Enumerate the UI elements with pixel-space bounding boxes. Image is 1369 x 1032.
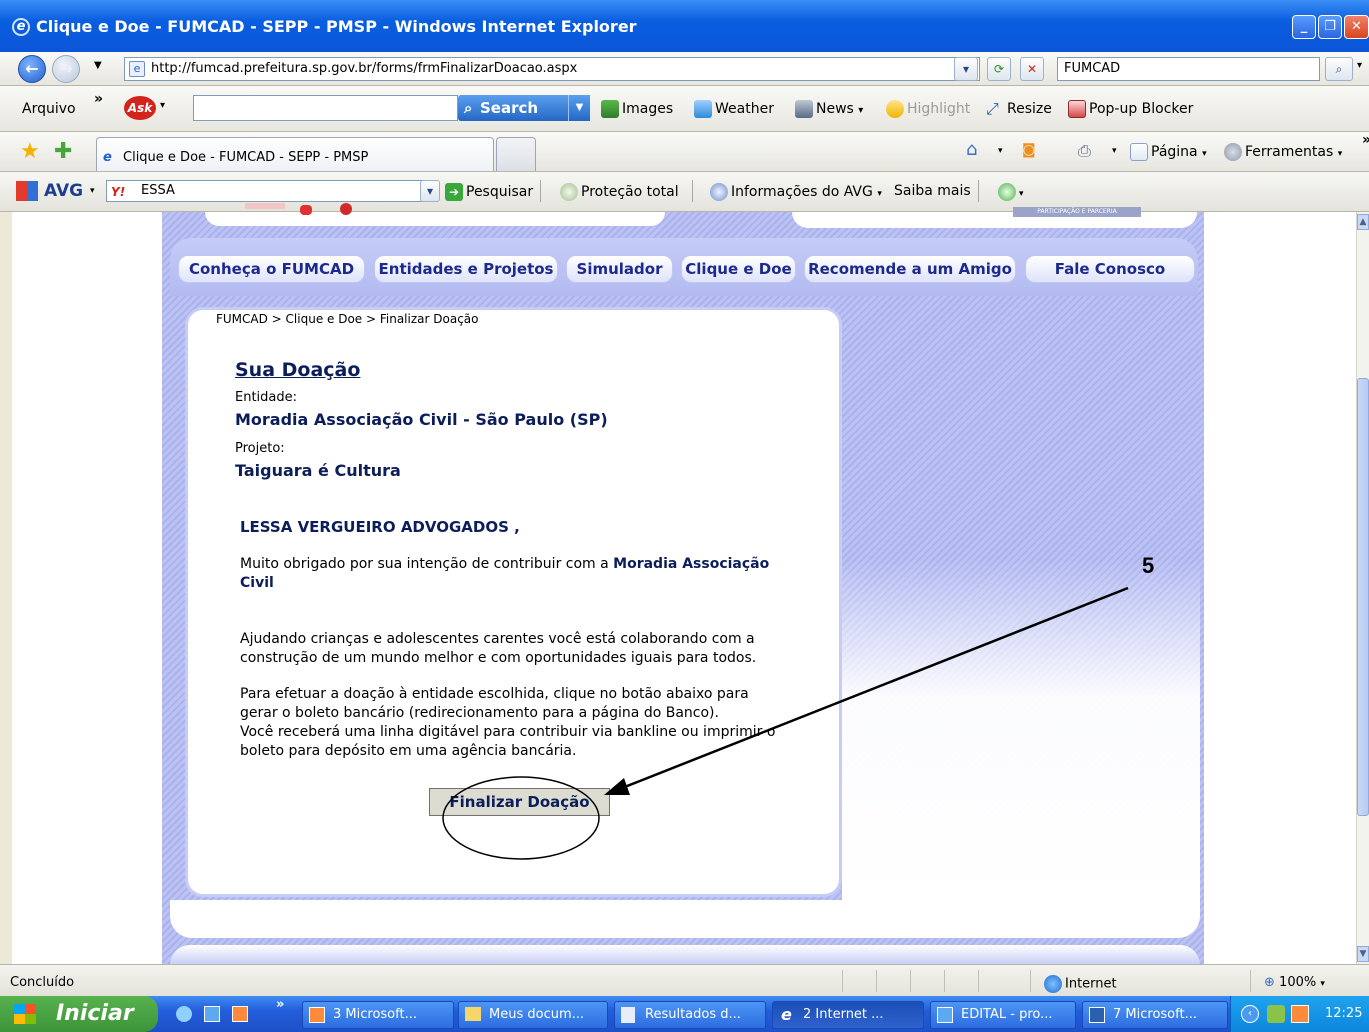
zoom-label: 100% [1279,975,1317,990]
scroll-up-button[interactable]: ▲ [1357,214,1369,230]
folder-icon [465,1007,481,1021]
task-resultados[interactable]: Resultados d... [614,1001,766,1029]
security-zone[interactable]: Internet [1044,975,1117,993]
task-internet-explorer[interactable]: e2 Internet ... [772,1001,924,1029]
system-tray: ‹ 12:25 [1230,996,1369,1032]
annotation-arrow-head [604,778,630,795]
task-microsoft-3[interactable]: 3 Microsoft... [302,1001,454,1029]
annotation-arrow-line [611,586,1129,794]
task-meus-documentos[interactable]: Meus docum... [458,1001,608,1029]
tray-expand-icon[interactable]: ‹ [1241,1005,1259,1023]
word-icon [1089,1007,1105,1023]
zoom-control[interactable]: ⊕ 100% ▾ [1264,975,1325,990]
ie-task-icon: e [781,1005,792,1024]
status-bar [0,964,1369,996]
annotation-circle [442,776,600,860]
start-button[interactable]: Iniciar [0,996,158,1032]
zone-label: Internet [1065,976,1117,992]
annotation-number: 5 [1142,553,1155,578]
quicklaunch-icon-1[interactable] [176,1006,192,1022]
start-label: Iniciar [56,1001,134,1026]
quicklaunch-chevron[interactable]: » [276,997,284,1012]
windows-logo-icon [14,1004,36,1024]
task-edital[interactable]: EDITAL - pro... [930,1001,1076,1029]
clock[interactable]: 12:25 [1325,1006,1362,1021]
annotation-overlay [442,586,1129,860]
scroll-down-button[interactable]: ▼ [1357,946,1369,962]
tray-network-icon[interactable] [1267,1005,1285,1023]
editor-icon [937,1007,953,1023]
globe-icon [1044,975,1062,993]
outlook-icon [309,1007,325,1023]
tray-outlook-icon[interactable] [1291,1005,1309,1023]
quicklaunch-icon-3[interactable] [232,1006,248,1022]
task-microsoft-7[interactable]: 7 Microsoft... [1082,1001,1228,1029]
status-text: Concluído [10,975,75,990]
zoom-icon: ⊕ [1264,975,1275,990]
document-icon [621,1007,635,1023]
quicklaunch-icon-2[interactable] [204,1006,220,1022]
scroll-thumb[interactable] [1357,378,1369,816]
